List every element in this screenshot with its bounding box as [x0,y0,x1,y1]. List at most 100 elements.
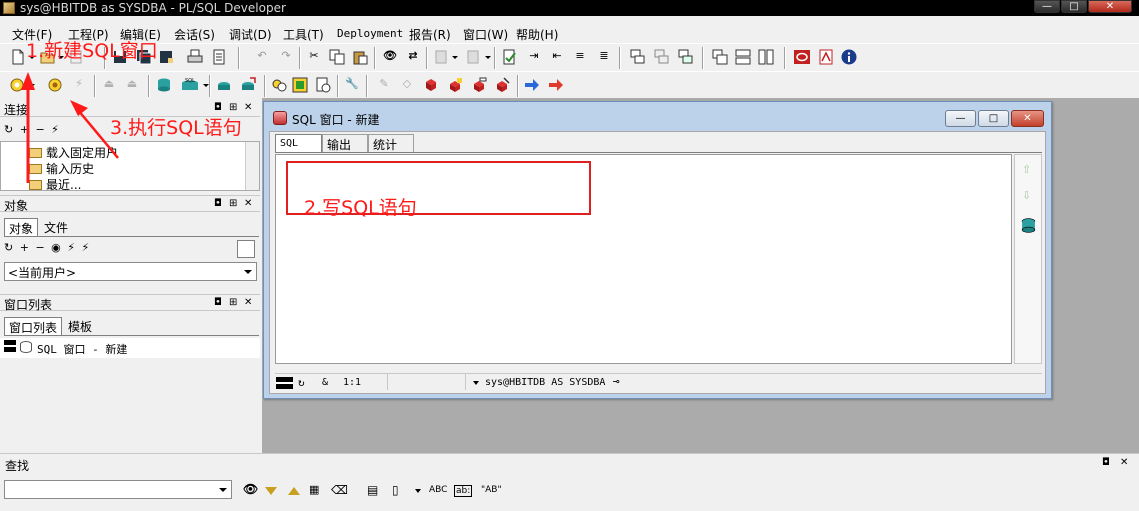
chevron-down-icon[interactable] [473,381,479,385]
menu-session[interactable]: 会话(S) [174,26,215,43]
explain-plan-icon[interactable] [216,77,232,93]
dock-icon[interactable]: ◘ [214,198,222,210]
sql-window-minimize-button[interactable]: — [945,110,976,127]
database-icon[interactable] [1020,217,1037,234]
remove-breakpoint-icon[interactable] [471,77,487,93]
find-previous-icon[interactable] [288,487,300,495]
oracle-icon[interactable] [794,49,810,65]
pdf-icon[interactable] [818,49,834,65]
find-icon[interactable]: ◉ [51,241,61,254]
user-select[interactable]: <当前用户> [4,262,257,281]
close-button[interactable]: ✕ [1088,0,1132,13]
arrow-right-blue-icon[interactable] [524,77,540,93]
regex-option[interactable]: "AB" [481,485,502,495]
menu-tools[interactable]: 工具(T) [283,26,324,43]
menu-reports[interactable]: 报告(R) [409,26,451,43]
tree-item-recent[interactable]: 最近... [29,176,81,193]
search-input[interactable] [4,480,232,499]
redo-icon[interactable]: ↷ [278,49,294,65]
disconnect-icon[interactable] [654,49,670,65]
tab-sql[interactable]: SQL [275,134,322,152]
chevron-down-icon[interactable] [415,489,421,493]
info-icon[interactable] [841,49,857,65]
close-icon[interactable]: ✕ [244,297,252,309]
refresh-icon[interactable]: ↻ [4,241,13,254]
unindent-icon[interactable]: ⇤ [549,49,565,65]
connection-label[interactable]: sys@HBITDB AS SYSDBA [485,377,605,388]
refresh-icon[interactable]: ↻ [4,123,13,136]
debug-icon[interactable] [271,77,287,93]
sql-database-icon[interactable]: SQL [179,77,201,93]
tab-objects[interactable]: 对象 [4,218,39,236]
sql-window-close-button[interactable]: ✕ [1011,110,1044,127]
export-icon[interactable] [240,77,256,93]
menu-deployment[interactable]: Deployment [337,27,403,40]
reconnect-icon[interactable] [678,49,694,65]
tab-output[interactable]: 输出 [322,134,368,152]
find-next-icon[interactable] [265,487,277,495]
close-icon[interactable]: ✕ [244,198,252,210]
pin-icon[interactable]: ⊸ [613,375,620,388]
connections-scrollbar[interactable] [245,142,259,190]
tab-statistics[interactable]: 统计 [368,134,414,152]
tab-windowlist[interactable]: 窗口列表 [4,317,63,335]
selection-icon[interactable]: ▤ [367,483,378,497]
indent-icon[interactable]: ⇥ [526,49,542,65]
tab-templates[interactable]: 模板 [64,317,96,335]
cut-icon[interactable]: ✂ [306,49,322,65]
print-icon[interactable] [187,49,203,65]
execute-icon[interactable] [47,77,63,93]
find-icon[interactable]: 👁 [382,49,398,65]
toggle-breakpoint-icon[interactable] [423,77,439,93]
add-icon[interactable]: + [20,241,29,254]
eraser-icon[interactable]: ⌫ [331,483,348,497]
menu-window[interactable]: 窗口(W) [463,26,508,43]
compile-icon[interactable] [502,49,518,65]
find-replace-icon[interactable]: ⇄ [405,49,421,65]
tile-vertical-icon[interactable] [758,49,774,65]
minimize-button[interactable]: — [1034,0,1060,13]
close-icon[interactable]: ✕ [1120,457,1128,468]
session-icon[interactable] [9,77,25,93]
match-case-option[interactable]: ABC [429,485,447,495]
add-breakpoint-icon[interactable] [447,77,463,93]
remove-icon[interactable]: − [35,123,44,136]
window-list-item[interactable]: SQL 窗口 - 新建 [37,341,127,357]
whole-word-option[interactable]: ab: [454,485,473,497]
clear-breakpoints-icon[interactable] [494,77,510,93]
wrench-icon[interactable]: 🔧 [344,77,360,93]
dock-icon[interactable]: ◘ [214,297,222,309]
remove-icon[interactable]: − [35,241,44,254]
connect-icon[interactable] [630,49,646,65]
pin-icon[interactable]: ⊞ [229,198,237,210]
highlight-icon[interactable]: ▦ [309,483,319,496]
tree-item-history[interactable]: 输入历史 [29,160,94,177]
undo-icon[interactable]: ↶ [254,49,270,65]
arrow-right-red-icon[interactable] [548,77,564,93]
close-icon[interactable]: ✕ [244,102,252,114]
lowercase-icon[interactable]: ≣ [596,49,612,65]
copy-icon[interactable] [329,49,345,65]
database-icon[interactable] [156,77,172,93]
refresh-icon[interactable]: ↻ [298,376,305,389]
menu-help[interactable]: 帮助(H) [516,26,558,43]
template-icon[interactable] [292,77,308,93]
menu-debug[interactable]: 调试(D) [229,26,272,43]
sql-window-maximize-button[interactable]: □ [978,110,1009,127]
new-icon[interactable] [10,49,26,65]
paste-icon[interactable] [352,49,368,65]
save-as-icon[interactable] [158,49,174,65]
report-icon[interactable] [315,77,331,93]
cascade-icon[interactable] [712,49,728,65]
filter-icon[interactable]: ⚡ [67,241,75,254]
session-dropdown-arrow[interactable] [29,84,35,87]
tree-item-fixed-users[interactable]: 载入固定用户 [29,144,118,161]
document-icon[interactable]: ▯ [392,483,399,497]
objects-options-button[interactable] [237,240,255,258]
tab-files[interactable]: 文件 [40,218,72,236]
uppercase-icon[interactable]: ≡ [572,49,588,65]
tree-icon[interactable]: ⚡ [82,241,90,254]
pin-icon[interactable]: ⊞ [229,297,237,309]
connect-icon[interactable]: ⚡ [51,123,59,136]
dock-icon[interactable]: ◘ [1102,457,1110,468]
